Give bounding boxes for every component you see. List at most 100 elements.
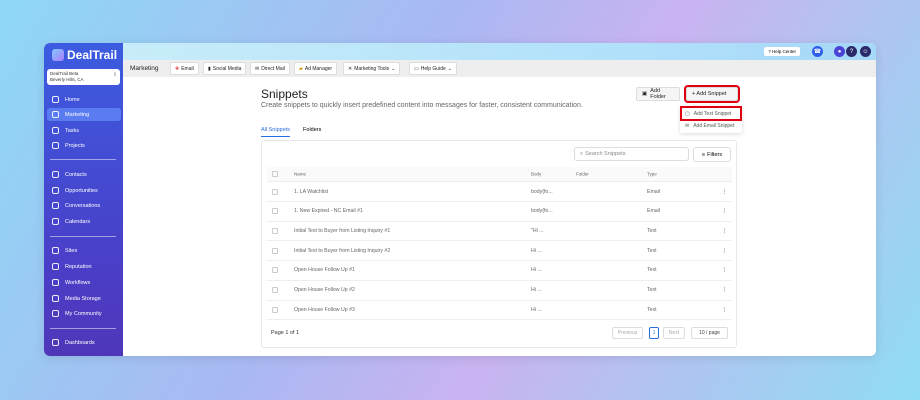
snippet-type: Text <box>647 287 657 293</box>
chat-icon: ▢ <box>685 110 690 117</box>
sidebar-item-sites[interactable]: Sites <box>47 244 121 257</box>
search-input[interactable]: ⌕ Search Snippets <box>574 147 689 161</box>
more-options-icon[interactable]: ⋮ <box>722 208 727 214</box>
table-row[interactable]: Initial Text to Buyer from Listing Inqui… <box>267 221 732 242</box>
chevron-updown-icon: ⇕ <box>112 72 117 78</box>
col-body: Body <box>531 171 542 177</box>
direct-mail-button[interactable]: ✉ Direct Mail <box>250 62 290 75</box>
sidebar-item-projects[interactable]: Projects <box>47 139 121 152</box>
previous-button[interactable]: Previous <box>612 327 643 339</box>
next-button[interactable]: Next <box>663 327 685 339</box>
social-media-button[interactable]: ▮ Social Media <box>203 62 247 75</box>
sidebar-item-workflows[interactable]: Workflows <box>47 276 121 289</box>
help-center-button[interactable]: ? Help Center <box>764 47 800 56</box>
folder-icon: ▣ <box>642 91 648 97</box>
add-folder-button[interactable]: ▣ Add Folder <box>636 87 680 101</box>
sidebar-item-label: Calendars <box>65 218 91 225</box>
page-1-button[interactable]: 1 <box>649 327 659 339</box>
sidebar-item-conversations[interactable]: Conversations <box>47 199 121 212</box>
sidebar-item-reputation[interactable]: Reputation <box>47 260 121 273</box>
label: Add Text Snippet <box>693 110 732 117</box>
snippet-body: Hi ... <box>531 267 542 274</box>
row-checkbox[interactable] <box>272 287 278 293</box>
more-options-icon[interactable]: ⋮ <box>722 228 727 234</box>
table-row[interactable]: Open House Follow Up #3 Hi ... Text ⋮ <box>267 300 732 321</box>
marketing-tools-dropdown[interactable]: ✕ Marketing Tools ⌄ <box>343 62 401 75</box>
row-checkbox[interactable] <box>272 267 278 274</box>
more-options-icon[interactable]: ⋮ <box>722 287 727 293</box>
table-row[interactable]: Open House Follow Up #2 Hi ... Text ⋮ <box>267 281 732 301</box>
sidebar-item-opportunities[interactable]: Opportunities <box>47 184 121 197</box>
sidebar-item-label: Opportunities <box>65 187 98 194</box>
row-checkbox[interactable] <box>272 247 278 254</box>
account-switcher[interactable]: DealTrail Beta Beverly Hills, CA ⇕ <box>47 69 120 85</box>
nav-icon <box>52 279 59 286</box>
ad-manager-button[interactable]: ▰ Ad Manager <box>294 62 338 75</box>
sidebar-item-marketing[interactable]: Marketing <box>47 108 121 121</box>
more-options-icon[interactable]: ⋮ <box>722 248 727 254</box>
sidebar-item-tasks[interactable]: Tasks <box>47 124 121 137</box>
tools-icon: ✕ <box>348 65 353 72</box>
section-label: Marketing <box>130 65 159 72</box>
page-size-select[interactable]: 10 / page <box>691 327 728 339</box>
sidebar-item-contacts[interactable]: Contacts <box>47 168 121 181</box>
account-location: Beverly Hills, CA <box>50 76 84 82</box>
nav-icon <box>52 263 59 270</box>
snippet-name: Initial Text to Buyer from Listing Inqui… <box>294 227 391 234</box>
snippet-body: body{fo... <box>531 188 553 195</box>
filters-button[interactable]: ≡ Filters <box>693 147 731 162</box>
table-row[interactable]: 1. LA Watchlist body{fo... Email ⋮ <box>267 182 732 202</box>
phone-icon: ▮ <box>208 65 211 72</box>
sidebar-item-label: Projects <box>65 142 85 149</box>
row-checkbox[interactable] <box>272 227 278 234</box>
table-row[interactable]: 1. New Expired - NC Email #1 body{fo... … <box>267 202 732 222</box>
top-bar: ? Help Center ☎ ● ? ☺ <box>123 43 876 60</box>
user-avatar-icon[interactable]: ☺ <box>860 46 871 57</box>
table-row[interactable]: Initial Text to Buyer from Listing Inqui… <box>267 241 732 262</box>
row-checkbox[interactable] <box>272 188 278 195</box>
sidebar-item-label: Dashboards <box>65 339 95 346</box>
sidebar-item-dashboards[interactable]: Dashboards <box>47 336 121 349</box>
email-icon: ✚ <box>175 65 180 72</box>
filter-icon: ≡ <box>701 151 706 158</box>
sidebar-item-home[interactable]: Home <box>47 93 121 106</box>
chevron-down-icon: ⌄ <box>447 65 452 72</box>
help-guide-dropdown[interactable]: ▭ Help Guide ⌄ <box>409 62 457 75</box>
add-text-snippet-item[interactable]: ▢ Add Text Snippet <box>680 106 742 121</box>
sidebar-item-my-community[interactable]: My Community <box>47 307 121 320</box>
sidebar-item-calendars[interactable]: Calendars <box>47 215 121 228</box>
more-options-icon[interactable]: ⋮ <box>722 267 727 273</box>
sidebar-item-media-storage[interactable]: Media Storage <box>47 292 121 305</box>
sidebar-item-label: Tasks <box>65 127 80 134</box>
sidebar: DealTrail DealTrail Beta Beverly Hills, C… <box>44 43 123 356</box>
select-all-checkbox[interactable] <box>272 171 278 177</box>
row-checkbox[interactable] <box>272 306 278 313</box>
snippets-table-card: ⌕ Search Snippets ≡ Filters Name Body Fold… <box>261 140 737 348</box>
page-title: Snippets <box>261 87 308 101</box>
tab-folders[interactable]: Folders <box>303 127 321 137</box>
nav-icon <box>52 310 59 317</box>
phone-icon[interactable]: ☎ <box>812 46 823 57</box>
snippet-type: Email <box>647 188 660 195</box>
sidebar-item-label: Contacts <box>65 171 87 178</box>
mail-icon: ✉ <box>685 122 690 129</box>
tab-all-snippets[interactable]: All Snippets <box>261 127 291 137</box>
label: Help Guide <box>420 65 446 72</box>
label: Direct Mail <box>261 65 285 72</box>
add-snippet-button[interactable]: + Add Snippet <box>684 85 740 103</box>
label: Ad Manager <box>304 65 333 72</box>
nav-icon <box>52 295 59 302</box>
table-row[interactable]: Open House Follow Up #1 Hi ... Text ⋮ <box>267 261 732 281</box>
help-icon[interactable]: ? <box>846 46 857 57</box>
more-options-icon[interactable]: ⋮ <box>722 307 727 313</box>
page-subtitle: Create snippets to quickly insert predef… <box>261 102 583 109</box>
snippet-name: 1. New Expired - NC Email #1 <box>294 208 363 215</box>
add-email-snippet-item[interactable]: ✉ Add Email Snippet <box>682 120 740 131</box>
email-button[interactable]: ✚ Email <box>170 62 199 75</box>
more-options-icon[interactable]: ⋮ <box>722 189 727 195</box>
snippet-body: "Hi ... <box>531 227 544 234</box>
bell-icon[interactable]: ● <box>834 46 845 57</box>
add-snippet-menu: ▢ Add Text Snippet ✉ Add Email Snippet <box>680 106 742 133</box>
divider <box>50 159 116 160</box>
row-checkbox[interactable] <box>272 208 278 215</box>
